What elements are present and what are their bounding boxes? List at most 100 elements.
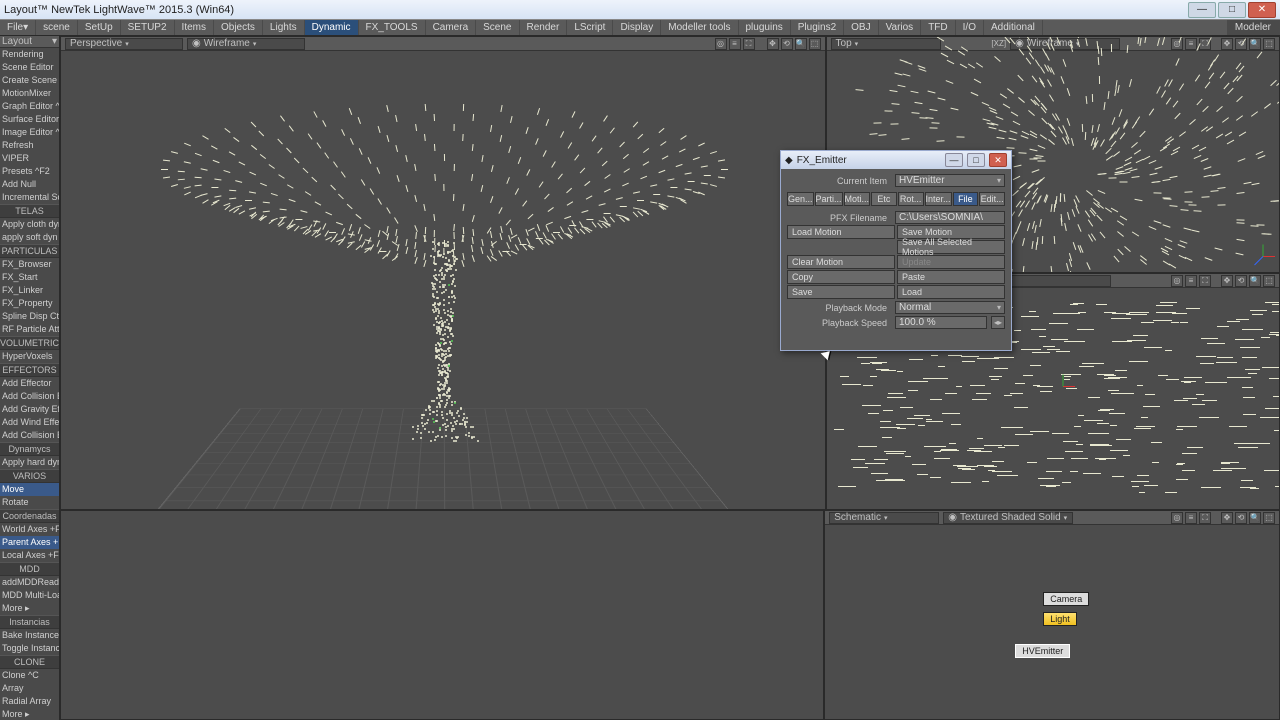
sidebar-item[interactable]: Add Wind Effector: [0, 416, 59, 429]
sidebar-item[interactable]: Radial Array: [0, 695, 59, 708]
menu-additional[interactable]: Additional: [984, 20, 1043, 35]
window-maximize-button[interactable]: □: [1218, 2, 1246, 18]
sidebar-item[interactable]: FX_Browser: [0, 258, 59, 271]
viewport-shade-dropdown[interactable]: ◉Wireframe▾: [1010, 38, 1120, 50]
viewport-view-dropdown[interactable]: Perspective▾: [65, 38, 183, 50]
camera-icon[interactable]: ◎: [1171, 275, 1183, 287]
pan-icon[interactable]: ✥: [767, 38, 779, 50]
rotate-icon[interactable]: ⟲: [1235, 512, 1247, 524]
viewport-shade-dropdown[interactable]: ◉Wireframe▾: [187, 38, 305, 50]
zoom-icon[interactable]: 🔍: [1249, 38, 1261, 50]
pan-icon[interactable]: ✥: [1221, 512, 1233, 524]
sidebar-item[interactable]: Apply cloth dyn: [0, 218, 59, 231]
menu-fxtools[interactable]: FX_TOOLS: [359, 20, 426, 35]
menu-varios[interactable]: Varios: [879, 20, 922, 35]
zoom-icon[interactable]: 🔍: [795, 38, 807, 50]
save-button[interactable]: Save: [787, 285, 895, 299]
schematic-node-camera[interactable]: Camera: [1043, 592, 1089, 606]
sidebar-item[interactable]: Array: [0, 682, 59, 695]
copy-button[interactable]: Copy: [787, 270, 895, 284]
menu-scene[interactable]: scene: [36, 20, 78, 35]
dialog-tab-inter[interactable]: Inter...: [925, 192, 952, 206]
sidebar-item[interactable]: Rendering: [0, 48, 59, 61]
sidebar-item[interactable]: More ▸: [0, 708, 59, 720]
sidebar-item[interactable]: FX_Property: [0, 297, 59, 310]
menu-display[interactable]: Display: [613, 20, 661, 35]
menu-lscript[interactable]: LScript: [567, 20, 613, 35]
viewport-shade-dropdown[interactable]: ◉Textured Shaded Solid▾: [943, 512, 1073, 524]
save-all-motions-button[interactable]: Save All Selected Motions: [897, 240, 1005, 254]
zoom-icon[interactable]: 🔍: [1249, 512, 1261, 524]
list-icon[interactable]: ≡: [1185, 38, 1197, 50]
menu-scene[interactable]: Scene: [476, 20, 519, 35]
paste-button[interactable]: Paste: [897, 270, 1005, 284]
camera-icon[interactable]: ◎: [715, 38, 727, 50]
menu-pluguins[interactable]: pluguins: [739, 20, 791, 35]
sidebar-item[interactable]: World Axes +F5: [0, 523, 59, 536]
rotate-icon[interactable]: ⟲: [781, 38, 793, 50]
sidebar-item[interactable]: Scene Editor: [0, 61, 59, 74]
pan-icon[interactable]: ✥: [1221, 275, 1233, 287]
sidebar-item[interactable]: MDD Multi-Loader: [0, 589, 59, 602]
playback-speed-field[interactable]: 100.0 %: [895, 316, 987, 329]
camera-icon[interactable]: ◎: [1171, 38, 1183, 50]
menu-setup[interactable]: SetUp: [78, 20, 121, 35]
fit-icon[interactable]: ⬚: [1263, 275, 1275, 287]
menu-objects[interactable]: Objects: [214, 20, 263, 35]
sidebar-item[interactable]: Rotate: [0, 496, 59, 509]
sidebar-item[interactable]: VIPER: [0, 152, 59, 165]
fit-icon[interactable]: ⬚: [809, 38, 821, 50]
sidebar-item[interactable]: MotionMixer: [0, 87, 59, 100]
zoom-icon[interactable]: 🔍: [1249, 275, 1261, 287]
playback-mode-dropdown[interactable]: Normal: [895, 301, 1005, 314]
sidebar-item[interactable]: addMDDReader: [0, 576, 59, 589]
sidebar-layout-dropdown[interactable]: Layout▾: [0, 36, 59, 48]
sidebar-item[interactable]: FX_Linker: [0, 284, 59, 297]
file-menu-dropdown[interactable]: File▾: [0, 20, 36, 35]
sidebar-item[interactable]: Add Effector: [0, 377, 59, 390]
sidebar-item[interactable]: FX_Start: [0, 271, 59, 284]
menu-plugins2[interactable]: Plugins2: [791, 20, 844, 35]
dialog-maximize-button[interactable]: □: [967, 153, 985, 167]
dialog-tab-file[interactable]: File: [953, 192, 979, 206]
sidebar-item[interactable]: Apply hard dyn: [0, 456, 59, 469]
sidebar-item[interactable]: Move: [0, 483, 59, 496]
sidebar-item[interactable]: Create Scene Edit...: [0, 74, 59, 87]
menu-setup2[interactable]: SETUP2: [121, 20, 175, 35]
load-motion-button[interactable]: Load Motion: [787, 225, 895, 239]
sidebar-item[interactable]: Add Null: [0, 178, 59, 191]
update-button[interactable]: Update: [897, 255, 1005, 269]
menu-tfd[interactable]: TFD: [921, 20, 955, 35]
menu-io[interactable]: I/O: [956, 20, 984, 35]
fx-emitter-dialog[interactable]: ◆ FX_Emitter — □ ✕ Current Item HVEmitte…: [780, 150, 1012, 351]
sidebar-item[interactable]: Parent Axes +F6: [0, 536, 59, 549]
expand-icon[interactable]: ⛶: [1199, 275, 1211, 287]
sidebar-item[interactable]: Refresh: [0, 139, 59, 152]
viewport-view-dropdown[interactable]: Schematic▾: [829, 512, 939, 524]
menu-obj[interactable]: OBJ: [844, 20, 878, 35]
menu-camera[interactable]: Camera: [426, 20, 477, 35]
list-icon[interactable]: ≡: [1185, 512, 1197, 524]
sidebar-item[interactable]: apply soft dyn: [0, 231, 59, 244]
viewport-perspective[interactable]: Perspective▾ ◉Wireframe▾ ◎ ≡ ⛶ ✥ ⟲ 🔍 ⬚: [60, 36, 826, 510]
expand-icon[interactable]: ⛶: [1199, 512, 1211, 524]
menu-modellertools[interactable]: Modeller tools: [661, 20, 738, 35]
sidebar-item[interactable]: Local Axes +F7: [0, 549, 59, 562]
dialog-tab-moti[interactable]: Moti...: [844, 192, 871, 206]
fit-icon[interactable]: ⬚: [1263, 38, 1275, 50]
clear-motion-button[interactable]: Clear Motion: [787, 255, 895, 269]
rotate-icon[interactable]: ⟲: [1235, 275, 1247, 287]
dialog-titlebar[interactable]: ◆ FX_Emitter — □ ✕: [781, 151, 1011, 169]
playback-speed-spinner[interactable]: ◂▸: [991, 316, 1005, 329]
sidebar-item[interactable]: Incremental Sc... *S: [0, 191, 59, 204]
sidebar-item[interactable]: Spline Disp Ctrl: [0, 310, 59, 323]
sidebar-item[interactable]: Add Collision Effe...: [0, 429, 59, 442]
menu-lights[interactable]: Lights: [263, 20, 305, 35]
dialog-tab-etc[interactable]: Etc: [871, 192, 897, 206]
list-icon[interactable]: ≡: [729, 38, 741, 50]
expand-icon[interactable]: ⛶: [743, 38, 755, 50]
schematic-node-hvemitter[interactable]: HVEmitter: [1015, 644, 1070, 658]
dialog-tab-parti[interactable]: Parti...: [815, 192, 843, 206]
fit-icon[interactable]: ⬚: [1263, 512, 1275, 524]
sidebar-item[interactable]: HyperVoxels: [0, 350, 59, 363]
